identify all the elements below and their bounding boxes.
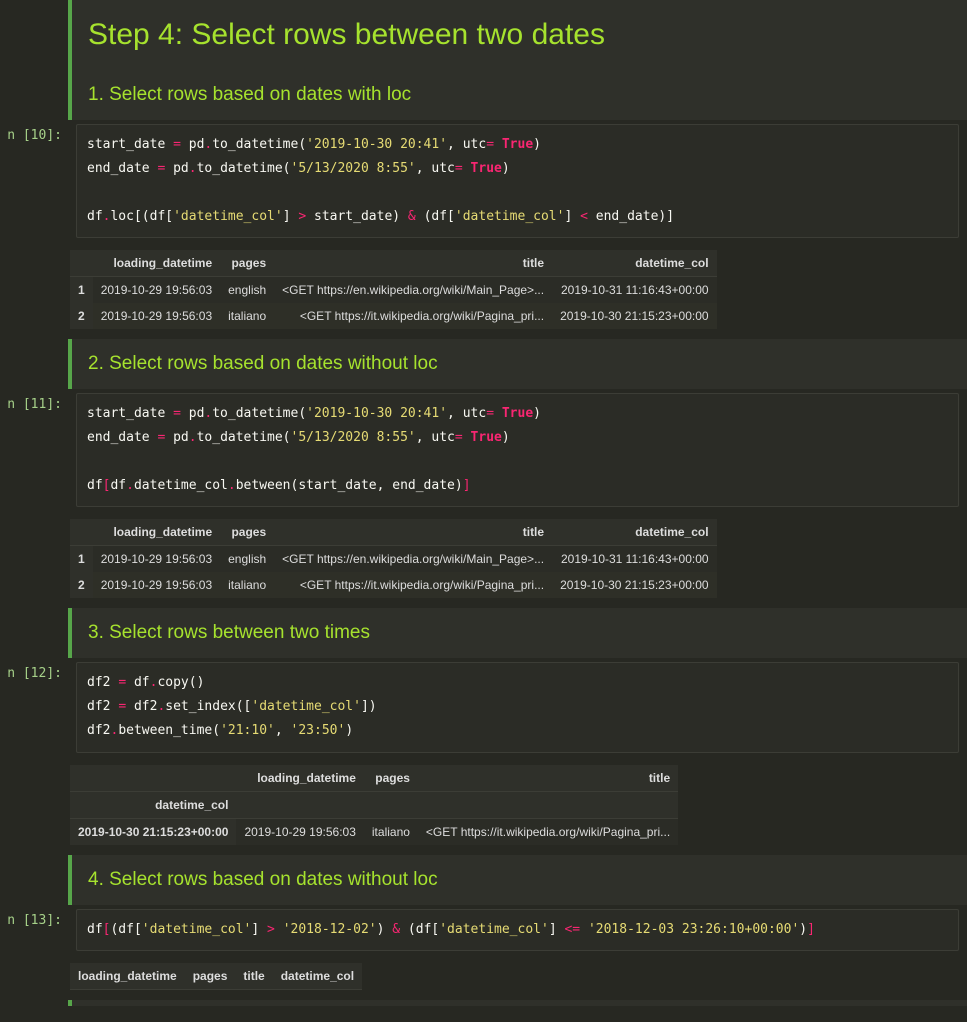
markdown-content: 3. Select rows between two times xyxy=(68,608,967,658)
table-header-row: datetime_col xyxy=(70,791,678,818)
prompt-blank xyxy=(0,70,68,120)
output-cell-13: loading_datetime pages title datetime_co… xyxy=(0,955,967,1000)
output-prompt-12 xyxy=(0,757,68,855)
code-cell-13: n [13]: df[(df['datetime_col'] > '2018-1… xyxy=(0,905,967,955)
prompt-blank xyxy=(0,339,68,389)
table-row: 1 2019-10-29 19:56:03 english <GET https… xyxy=(70,546,717,573)
table-header-row: loading_datetime pages title datetime_co… xyxy=(70,519,717,546)
output-prompt-13 xyxy=(0,955,68,1000)
dataframe-output-13: loading_datetime pages title datetime_co… xyxy=(70,963,362,990)
markdown-cell-s3: 3. Select rows between two times xyxy=(0,608,967,658)
dataframe-output-12: loading_datetime pages title datetime_co… xyxy=(70,765,678,845)
input-prompt-13: n [13]: xyxy=(0,905,68,955)
table-header-row: loading_datetime pages title xyxy=(70,765,678,792)
markdown-cell-s4: 4. Select rows based on dates without lo… xyxy=(0,855,967,905)
output-prompt-11 xyxy=(0,511,68,608)
code-input-11[interactable]: start_date = pd.to_datetime('2019-10-30 … xyxy=(76,393,959,507)
section-title-1: 1. Select rows based on dates with loc xyxy=(88,84,951,106)
table-row: 2019-10-30 21:15:23+00:00 2019-10-29 19:… xyxy=(70,818,678,845)
output-prompt-10 xyxy=(0,242,68,339)
code-input-10[interactable]: start_date = pd.to_datetime('2019-10-30 … xyxy=(76,124,959,238)
table-header-row: loading_datetime pages title datetime_co… xyxy=(70,250,717,277)
markdown-content: 1. Select rows based on dates with loc xyxy=(68,70,967,120)
prompt-blank xyxy=(0,608,68,658)
code-input-12[interactable]: df2 = df.copy() df2 = df2.set_index(['da… xyxy=(76,662,959,752)
page-title: Step 4: Select rows between two dates xyxy=(88,18,951,52)
input-prompt-11: n [11]: xyxy=(0,389,68,511)
code-cell-11: n [11]: start_date = pd.to_datetime('201… xyxy=(0,389,967,511)
markdown-content xyxy=(68,1000,967,1006)
dataframe-output-11: loading_datetime pages title datetime_co… xyxy=(70,519,717,598)
input-prompt-12: n [12]: xyxy=(0,658,68,756)
table-row: 2 2019-10-29 19:56:03 italiano <GET http… xyxy=(70,572,717,598)
dataframe-output-10: loading_datetime pages title datetime_co… xyxy=(70,250,717,329)
prompt-blank xyxy=(0,0,68,70)
markdown-cell-step-heading: Step 4: Select rows between two dates xyxy=(0,0,967,70)
table-header-row: loading_datetime pages title datetime_co… xyxy=(70,963,362,990)
output-cell-12: loading_datetime pages title datetime_co… xyxy=(0,757,967,855)
code-cell-10: n [10]: start_date = pd.to_datetime('201… xyxy=(0,120,967,242)
prompt-blank xyxy=(0,1000,68,1006)
input-prompt-10: n [10]: xyxy=(0,120,68,242)
markdown-content: 2. Select rows based on dates without lo… xyxy=(68,339,967,389)
section-title-3: 3. Select rows between two times xyxy=(88,622,951,644)
markdown-cell-next xyxy=(0,1000,967,1006)
markdown-content: Step 4: Select rows between two dates xyxy=(68,0,967,70)
table-row: 2 2019-10-29 19:56:03 italiano <GET http… xyxy=(70,303,717,329)
code-input-13[interactable]: df[(df['datetime_col'] > '2018-12-02') &… xyxy=(76,909,959,951)
section-title-2: 2. Select rows based on dates without lo… xyxy=(88,353,951,375)
output-cell-11: loading_datetime pages title datetime_co… xyxy=(0,511,967,608)
table-row: 1 2019-10-29 19:56:03 english <GET https… xyxy=(70,277,717,304)
code-cell-12: n [12]: df2 = df.copy() df2 = df2.set_in… xyxy=(0,658,967,756)
markdown-cell-s2: 2. Select rows based on dates without lo… xyxy=(0,339,967,389)
output-cell-10: loading_datetime pages title datetime_co… xyxy=(0,242,967,339)
markdown-cell-s1: 1. Select rows based on dates with loc xyxy=(0,70,967,120)
markdown-content: 4. Select rows based on dates without lo… xyxy=(68,855,967,905)
section-title-4: 4. Select rows based on dates without lo… xyxy=(88,869,951,891)
prompt-blank xyxy=(0,855,68,905)
